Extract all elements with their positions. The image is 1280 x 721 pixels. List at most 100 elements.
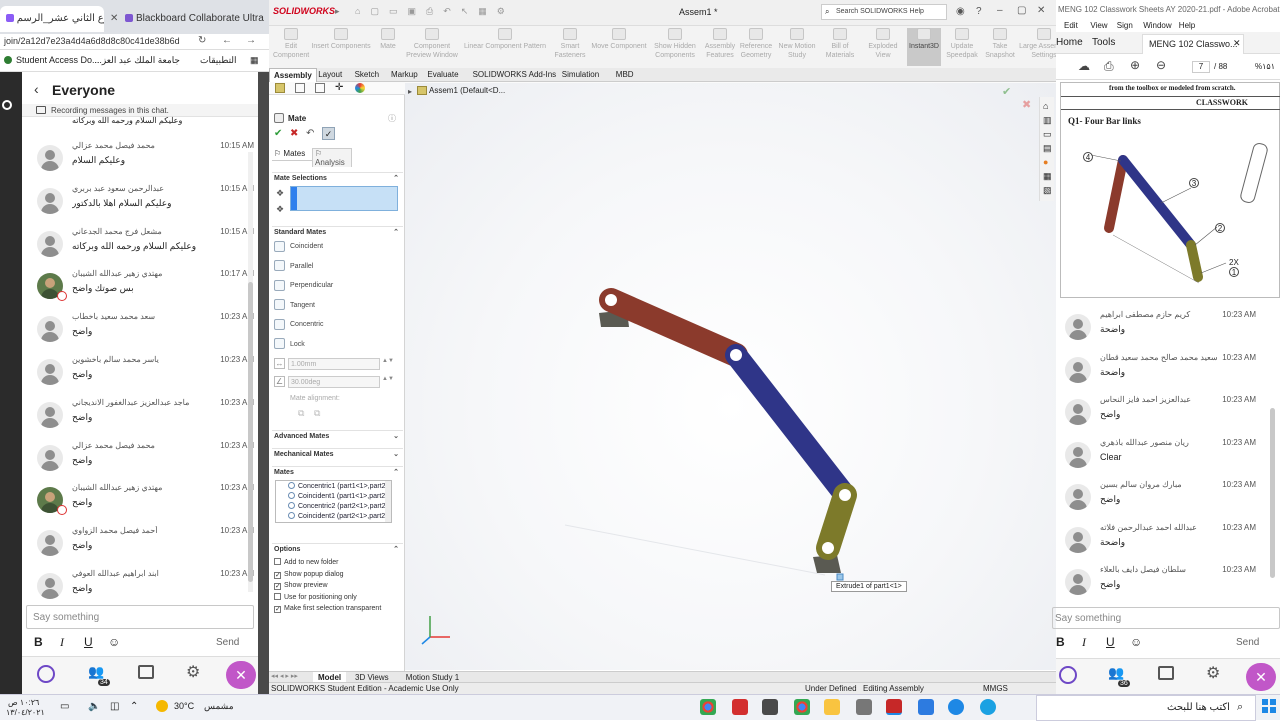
avatar[interactable]	[1065, 314, 1091, 340]
mates-list-item[interactable]: Coincident2 (part2<1>,part2	[278, 512, 385, 520]
tab-simulation[interactable]: Simulation	[558, 68, 603, 82]
sw-menu-arrow-icon[interactable]: ▸	[335, 6, 340, 17]
bold-button[interactable]: B	[34, 635, 43, 649]
avatar[interactable]	[1065, 399, 1091, 425]
back-arrow-icon[interactable]: ←	[222, 35, 232, 46]
emoji-icon[interactable]: ☺	[1130, 635, 1142, 649]
gear-icon[interactable]: ⚙	[186, 662, 200, 682]
bookmark-apps[interactable]: التطبيقات	[200, 55, 237, 66]
solidworks-icon[interactable]	[886, 699, 902, 715]
save-icon[interactable]: ▣	[407, 6, 416, 18]
help-icon[interactable]: ⓘ	[388, 113, 396, 124]
rebuild-icon[interactable]: ▦	[478, 6, 487, 18]
file-explorer-icon[interactable]	[824, 699, 840, 715]
app-icon[interactable]	[980, 699, 996, 715]
weather-text[interactable]: مشمس	[204, 701, 234, 712]
avatar[interactable]	[37, 145, 63, 171]
share-content-icon[interactable]	[1158, 666, 1174, 680]
pin-joint[interactable]	[839, 489, 851, 501]
command-mate[interactable]: Mate	[373, 28, 403, 51]
tab-layout[interactable]: Layout	[314, 68, 346, 82]
command-show-hidden-components[interactable]: Show Hidden Components	[649, 28, 701, 60]
tab-assembly[interactable]: Assembly	[269, 68, 317, 82]
avatar[interactable]	[1065, 441, 1091, 468]
design-library-icon[interactable]: ▥	[1043, 115, 1052, 126]
resources-home-icon[interactable]: ⌂	[1043, 101, 1048, 111]
send-button[interactable]: Send	[1236, 637, 1259, 648]
scrollbar-thumb[interactable]	[248, 282, 253, 582]
mates-list-item[interactable]: Concentric2 (part2<1>,part2	[278, 502, 386, 510]
tab-document[interactable]: MENG 102 Classwo... ✕	[1142, 34, 1244, 54]
mate-lock[interactable]: Lock	[274, 337, 305, 353]
align-aligned-icon[interactable]: ⧉	[298, 408, 304, 419]
tab-home[interactable]: Home	[1056, 37, 1083, 48]
avatar[interactable]	[37, 316, 63, 343]
print-icon[interactable]: ⎙	[1104, 59, 1114, 74]
volume-icon[interactable]: 🔈	[88, 701, 100, 712]
mate-selection-box[interactable]	[290, 186, 398, 211]
command-update-speedpak[interactable]: Update Speedpak	[943, 28, 981, 60]
browser-tab-2[interactable]: ✕ Blackboard Collaborate Ultra - 2	[104, 6, 264, 32]
network-icon[interactable]: ◫	[110, 701, 119, 712]
send-button[interactable]: Send	[216, 637, 239, 648]
checkbox[interactable]: ✓	[274, 571, 281, 579]
chat-input[interactable]: Say something	[1052, 607, 1280, 629]
cancel-x-icon[interactable]: ✖	[290, 128, 298, 139]
section-standard-mates[interactable]: Standard Mates ⌃	[272, 226, 403, 238]
command-smart-fasteners[interactable]: Smart Fasteners	[551, 28, 589, 60]
command-bill-of-materials[interactable]: Bill of Materials	[821, 28, 859, 60]
chat-bubble-icon[interactable]	[1059, 666, 1077, 684]
minimize-icon[interactable]: –	[997, 5, 1003, 16]
acrobat-icon[interactable]	[732, 699, 748, 715]
angle-field[interactable]: 30.00deg	[288, 376, 380, 388]
custom-props-icon[interactable]: ▦	[1043, 171, 1052, 182]
close-icon[interactable]: ✕	[1233, 38, 1241, 49]
chrome-icon[interactable]	[700, 699, 716, 715]
chrome-icon[interactable]	[794, 699, 810, 715]
command-edit-component[interactable]: Edit Component	[273, 28, 309, 60]
tab-analysis[interactable]: ⚐ Analysis	[312, 148, 352, 167]
search-help-input[interactable]: ⌕ Search SOLIDWORKS Help	[821, 4, 947, 20]
menu-view[interactable]: View	[1090, 21, 1107, 30]
avatar[interactable]	[1065, 356, 1091, 383]
chat-bubble-icon[interactable]	[37, 665, 55, 683]
bookmark-kau[interactable]: جامعة الملك عبد العز...	[90, 55, 180, 66]
menu-help[interactable]: Help	[1179, 21, 1195, 30]
taskbar-search[interactable]: اكتب هنا للبحث ⌕	[1036, 695, 1256, 721]
menu-sign[interactable]: Sign	[1117, 21, 1133, 30]
link-red-crank[interactable]	[599, 288, 748, 367]
select-arrow-icon[interactable]: ↖	[461, 6, 469, 18]
undo-icon[interactable]: ↶	[306, 128, 314, 139]
new-doc-icon[interactable]: ▢	[370, 6, 379, 18]
nav-arrows-icon[interactable]: ◂◂ ◂ ▸ ▸▸	[271, 672, 298, 680]
mate-coincident[interactable]: Coincident	[274, 239, 323, 255]
attendees-icon[interactable]: 👥	[88, 664, 104, 680]
pin-joint[interactable]	[730, 349, 742, 361]
chevron-up-icon[interactable]: ⌃	[130, 701, 138, 712]
menu-edit[interactable]: Edit	[1064, 21, 1078, 30]
property-manager-icon[interactable]	[295, 83, 305, 93]
maximize-icon[interactable]: ▢	[1017, 5, 1026, 16]
weather-temp[interactable]: 30°C	[174, 701, 194, 711]
avatar[interactable]	[1065, 526, 1091, 553]
close-icon[interactable]: ✕	[110, 13, 118, 24]
avatar[interactable]	[37, 530, 63, 557]
forward-arrow-icon[interactable]: →	[246, 35, 256, 46]
options-gear-icon[interactable]: ⚙	[497, 6, 505, 18]
pin-joint[interactable]	[822, 542, 834, 554]
checkbox[interactable]	[274, 558, 281, 565]
mates-list-box[interactable]: Concentric1 (part1<1>,part2 Coincident1 (…	[275, 480, 392, 523]
url-text[interactable]: join/2a12d7e23a4d4a6d8d8c80c41de38b6d	[4, 36, 180, 46]
spin-arrows-icon[interactable]: ▲▼	[382, 376, 394, 382]
pushpin-icon[interactable]: ✓	[322, 127, 335, 140]
chat-scrollbar[interactable]	[1270, 408, 1275, 578]
back-chevron-icon[interactable]: ‹	[34, 81, 39, 97]
section-mechanical-mates[interactable]: Mechanical Mates ⌄	[272, 448, 403, 460]
print-icon[interactable]: ⎙	[426, 6, 433, 18]
mates-list-item[interactable]: Coincident1 (part1<1>,part2	[278, 492, 385, 500]
dim-expert-icon[interactable]: ✛	[335, 82, 343, 93]
tab-markup[interactable]: Markup	[387, 68, 422, 82]
spin-arrows-icon[interactable]: ▲▼	[382, 358, 394, 364]
checkbox[interactable]	[274, 592, 281, 600]
tab-tools[interactable]: Tools	[1092, 37, 1115, 48]
